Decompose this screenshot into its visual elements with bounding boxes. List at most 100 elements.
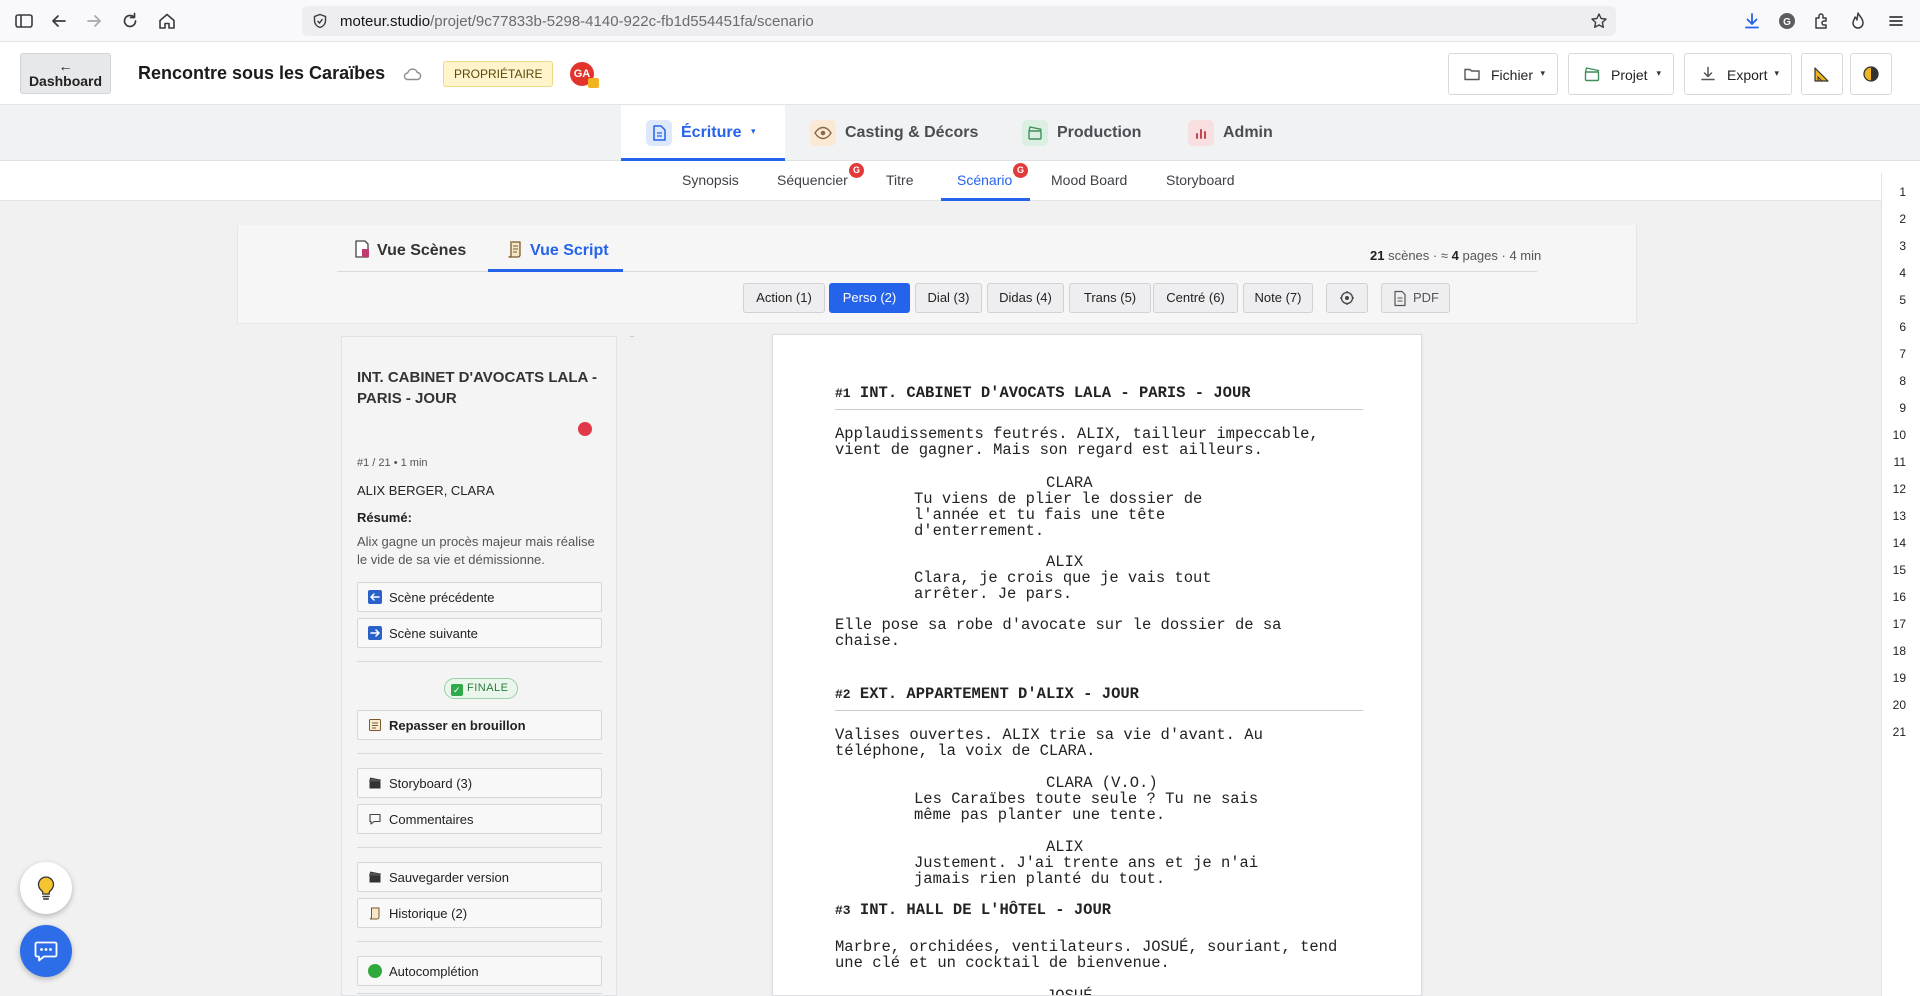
forward-icon[interactable]: [84, 11, 104, 31]
tab-production-label: Production: [1057, 124, 1142, 141]
line-number[interactable]: 6: [1899, 320, 1906, 334]
status-badge: ✓ FINALE: [444, 678, 518, 699]
line-number[interactable]: 19: [1893, 671, 1906, 685]
save-version-button[interactable]: Sauvegarder version: [357, 862, 602, 892]
tab-production[interactable]: Production: [1022, 105, 1142, 161]
scene-3-heading[interactable]: #3 INT. HALL DE L'HÔTEL - JOUR: [835, 902, 1111, 919]
projet-menu-button[interactable]: Projet ▾: [1568, 53, 1674, 95]
line-number[interactable]: 1: [1899, 185, 1906, 199]
history-button[interactable]: Historique (2): [357, 898, 602, 928]
flame-icon[interactable]: [1848, 11, 1868, 31]
pdf-button[interactable]: PDF: [1381, 283, 1450, 313]
dialogue-line[interactable]: Clara, je crois que je vais tout arrêter…: [914, 570, 1212, 602]
filter-centre-button[interactable]: Centré (6): [1153, 283, 1238, 313]
line-number[interactable]: 10: [1893, 428, 1906, 442]
line-number[interactable]: 12: [1893, 482, 1906, 496]
filter-action-button[interactable]: Action (1): [743, 283, 825, 313]
menu-icon[interactable]: [1886, 11, 1906, 31]
subtab-sequencier[interactable]: Séquencier: [777, 172, 848, 188]
settings-button[interactable]: [1326, 283, 1368, 313]
line-number[interactable]: 14: [1893, 536, 1906, 550]
line-number[interactable]: 3: [1899, 239, 1906, 253]
scroll-icon: [506, 239, 524, 259]
extensions-icon[interactable]: [1812, 11, 1832, 31]
tab-casting-decors[interactable]: Casting & Décors: [810, 105, 978, 161]
tab-admin[interactable]: Admin: [1188, 105, 1278, 161]
subtab-scenario[interactable]: Scénario: [957, 172, 1012, 188]
subtab-active-indicator: [941, 198, 1030, 201]
ruler-button[interactable]: [1801, 53, 1843, 95]
filter-trans-button[interactable]: Trans (5): [1069, 283, 1151, 313]
line-number[interactable]: 8: [1899, 374, 1906, 388]
back-icon[interactable]: [49, 11, 69, 31]
line-number[interactable]: 17: [1893, 617, 1906, 631]
dashboard-button[interactable]: ← Dashboard: [20, 53, 111, 94]
character-cue[interactable]: ALIX: [1046, 554, 1083, 570]
line-number[interactable]: 4: [1899, 266, 1906, 280]
previous-scene-button[interactable]: Scène précédente: [357, 582, 602, 612]
tab-vue-script[interactable]: Vue Script: [506, 239, 609, 273]
filter-note-button[interactable]: Note (7): [1243, 283, 1313, 313]
bookmark-star-icon[interactable]: [1590, 12, 1608, 30]
autocomplete-toggle[interactable]: Autocomplétion: [357, 956, 602, 986]
storyboard-button[interactable]: Storyboard (3): [357, 768, 602, 798]
filter-didas-button[interactable]: Didas (4): [987, 283, 1064, 313]
speech-bubble-icon: [368, 812, 382, 826]
line-number[interactable]: 11: [1894, 455, 1906, 469]
divider: [357, 941, 602, 942]
chat-button[interactable]: [20, 925, 72, 977]
character-cue[interactable]: ALIX: [1046, 839, 1083, 855]
subtab-titre[interactable]: Titre: [886, 172, 913, 188]
subtab-synopsis[interactable]: Synopsis: [682, 172, 739, 188]
filter-perso-button[interactable]: Perso (2): [829, 283, 910, 313]
line-number[interactable]: 20: [1893, 698, 1906, 712]
browser-toolbar: moteur.studio/projet/9c77833b-5298-4140-…: [0, 0, 1920, 42]
scene-color-dot[interactable]: [578, 422, 592, 436]
line-number[interactable]: 7: [1899, 347, 1906, 361]
clapper-icon: [368, 870, 382, 884]
home-icon[interactable]: [157, 11, 177, 31]
address-bar[interactable]: moteur.studio/projet/9c77833b-5298-4140-…: [302, 6, 1616, 36]
action-line[interactable]: Elle pose sa robe d'avocate sur le dossi…: [835, 617, 1281, 649]
export-menu-button[interactable]: Export ▾: [1684, 53, 1792, 95]
action-line[interactable]: Valises ouvertes. ALIX trie sa vie d'ava…: [835, 727, 1263, 759]
line-number[interactable]: 18: [1893, 644, 1906, 658]
tab-casting-label: Casting & Décors: [845, 124, 979, 141]
line-number[interactable]: 5: [1899, 293, 1906, 307]
comments-button[interactable]: Commentaires: [357, 804, 602, 834]
downloads-icon[interactable]: [1742, 11, 1762, 31]
line-number[interactable]: 13: [1893, 509, 1906, 523]
subtab-storyboard[interactable]: Storyboard: [1166, 172, 1234, 188]
reload-icon[interactable]: [120, 11, 140, 31]
action-line[interactable]: Marbre, orchidées, ventilateurs. JOSUÉ, …: [835, 939, 1337, 971]
dialogue-line[interactable]: Les Caraïbes toute seule ? Tu ne sais mê…: [914, 791, 1258, 823]
theme-toggle-button[interactable]: [1850, 53, 1892, 95]
line-number[interactable]: 16: [1893, 590, 1906, 604]
fichier-menu-button[interactable]: Fichier ▾: [1448, 53, 1558, 95]
site-info-icon[interactable]: [312, 13, 328, 29]
line-number[interactable]: 9: [1899, 401, 1906, 415]
scene-2-heading[interactable]: #2 EXT. APPARTEMENT D'ALIX - JOUR: [835, 686, 1139, 703]
character-cue[interactable]: CLARA (V.O.): [1046, 775, 1158, 791]
action-line[interactable]: Applaudissements feutrés. ALIX, tailleur…: [835, 426, 1319, 458]
sidebar-toggle-icon[interactable]: [14, 11, 34, 31]
line-number[interactable]: 21: [1893, 725, 1906, 739]
account-icon[interactable]: G: [1777, 11, 1797, 31]
subtab-mood-board[interactable]: Mood Board: [1051, 172, 1127, 188]
scene-1-heading[interactable]: #1 INT. CABINET D'AVOCATS LALA - PARIS -…: [835, 385, 1251, 402]
tips-button[interactable]: [20, 862, 72, 914]
dialogue-line[interactable]: Tu viens de plier le dossier de l'année …: [914, 491, 1202, 539]
next-scene-button[interactable]: Scène suivante: [357, 618, 602, 648]
tab-vue-scenes[interactable]: Vue Scènes: [353, 239, 466, 273]
revert-draft-button[interactable]: Repasser en brouillon: [357, 710, 602, 740]
memo-icon: [368, 718, 382, 732]
line-number[interactable]: 2: [1899, 212, 1906, 226]
script-page[interactable]: #1 INT. CABINET D'AVOCATS LALA - PARIS -…: [772, 334, 1422, 996]
character-cue[interactable]: JOSUÉ: [1046, 988, 1093, 995]
character-cue[interactable]: CLARA: [1046, 475, 1093, 491]
filter-dial-button[interactable]: Dial (3): [915, 283, 982, 313]
dialogue-line[interactable]: Justement. J'ai trente ans et je n'ai ja…: [914, 855, 1258, 887]
dashboard-label: Dashboard: [28, 73, 103, 89]
line-number[interactable]: 15: [1893, 563, 1906, 577]
tab-ecriture[interactable]: Écriture ▾: [621, 105, 785, 161]
